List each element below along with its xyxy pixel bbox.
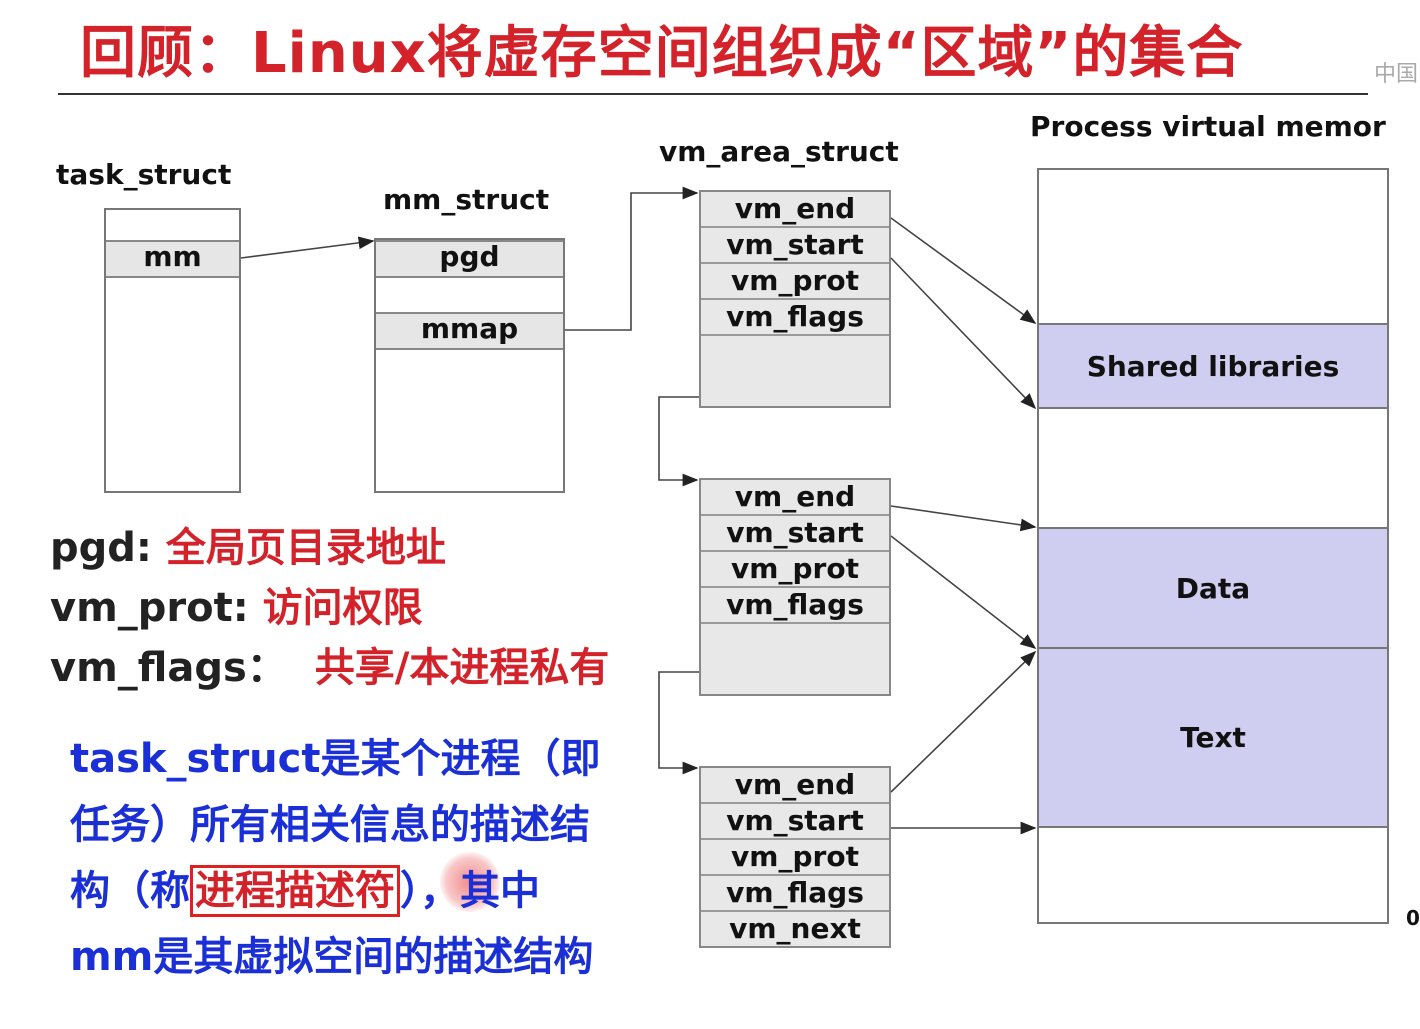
arrow-mm-to-mm-struct	[240, 236, 375, 259]
legend-vm-flags-value: 共享/本进程私有	[314, 645, 610, 691]
description-text: task_struct是某个进程（即 任务）所有相关信息的描述结 构（称 进程描述…	[70, 726, 650, 990]
description-line-2: 任务）所有相关信息的描述结	[70, 802, 590, 848]
legend-vm-prot: vm_prot: 访问权限	[50, 582, 423, 634]
legend-vm-prot-key: vm_prot:	[50, 585, 249, 631]
arrow-vma3-end	[890, 650, 1037, 793]
arrow-vma1-start	[890, 257, 1037, 410]
legend-vm-flags: vm_flags： 共享/本进程私有	[50, 642, 609, 694]
legend-vm-flags-key: vm_flags：	[50, 645, 287, 691]
legend-pgd-key: pgd:	[50, 525, 152, 571]
description-line-3-pre: 构（称	[70, 868, 190, 914]
legend-vm-prot-value: 访问权限	[262, 585, 423, 631]
description-line-1: task_struct是某个进程（即	[70, 736, 601, 782]
description-line-4: mm是其虚拟空间的描述结构	[70, 934, 594, 980]
legend-pgd-value: 全局页目录地址	[165, 525, 446, 571]
arrow-vma2-start	[890, 535, 1037, 649]
arrow-vma1-end	[890, 217, 1037, 324]
legend-pgd: pgd: 全局页目录地址	[50, 522, 446, 574]
arrow-mmap-to-vma1	[565, 186, 699, 331]
arrow-vma1-to-vma2	[658, 396, 699, 487]
description-line-3: 构（称 进程描述符 ），其中	[70, 858, 650, 924]
process-descriptor-highlight: 进程描述符	[190, 865, 400, 917]
description-line-3-post: ），其中	[400, 868, 540, 914]
arrow-vma2-to-vma3	[658, 671, 699, 775]
arrow-vma2-end	[890, 505, 1037, 532]
